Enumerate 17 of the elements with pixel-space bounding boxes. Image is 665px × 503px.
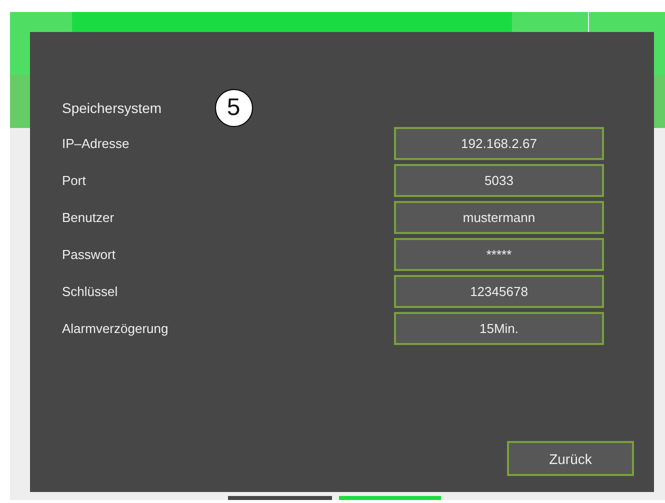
input-field[interactable]: 192.168.2.67 xyxy=(394,127,604,160)
field-label: Schlüssel xyxy=(62,284,118,299)
input-field[interactable]: mustermann xyxy=(394,201,604,234)
field-label: IP–Adresse xyxy=(62,136,130,151)
field-label: Passwort xyxy=(62,247,116,262)
input-field[interactable]: 15Min. xyxy=(394,312,604,345)
input-field[interactable]: ***** xyxy=(394,238,604,271)
annotation-marker: 5 xyxy=(214,89,253,127)
input-field[interactable]: 12345678 xyxy=(394,275,604,308)
bottom-tab[interactable] xyxy=(228,496,332,500)
input-field[interactable]: 5033 xyxy=(394,164,604,197)
field-label: Alarmverzögerung xyxy=(62,321,168,336)
field-label: Port xyxy=(62,173,86,188)
back-button[interactable]: Zurück xyxy=(507,441,634,476)
dialog-title: Speichersystem xyxy=(62,100,162,116)
bottom-tab[interactable] xyxy=(339,496,441,500)
field-label: Benutzer xyxy=(62,210,114,225)
